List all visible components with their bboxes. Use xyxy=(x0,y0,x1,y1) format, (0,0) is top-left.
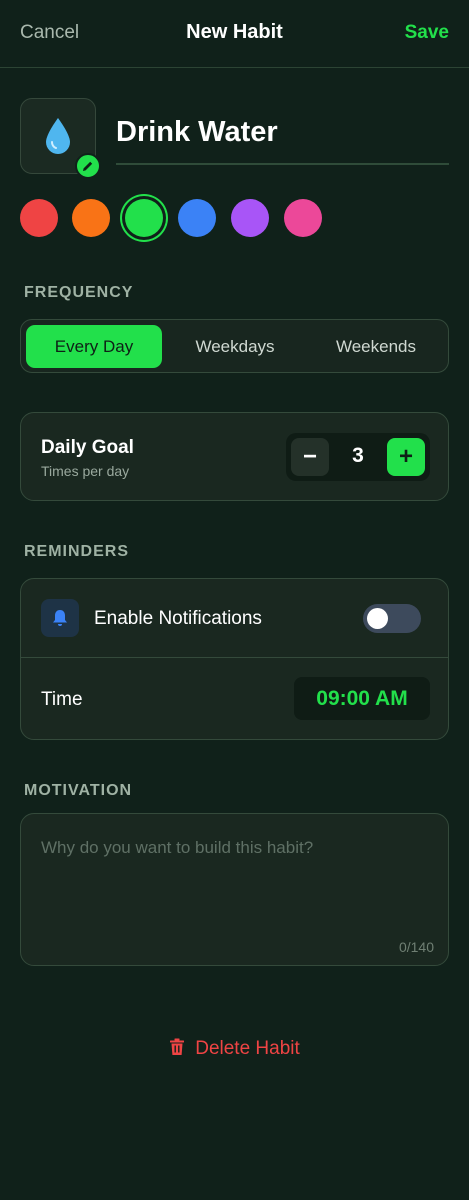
delete-habit-button[interactable]: Delete Habit xyxy=(0,1038,469,1060)
motivation-label: MOTIVATION xyxy=(24,782,133,799)
reminders-label: REMINDERS xyxy=(24,543,130,560)
bell-icon xyxy=(53,610,67,626)
frequency-option-every-day[interactable]: Every Day xyxy=(26,325,162,368)
name-underline xyxy=(116,163,449,165)
notification-bell-tile xyxy=(41,599,79,637)
save-button[interactable]: Save xyxy=(405,22,449,44)
water-drop-icon xyxy=(46,118,70,154)
motivation-placeholder: Why do you want to build this habit? xyxy=(41,838,314,857)
habit-name-input[interactable]: Drink Water xyxy=(116,116,278,149)
time-picker[interactable]: 09:00 AM xyxy=(294,677,430,720)
frequency-option-weekdays[interactable]: Weekdays xyxy=(167,325,303,368)
color-swatch-pink[interactable] xyxy=(284,199,322,237)
color-swatch-purple[interactable] xyxy=(231,199,269,237)
frequency-selector: Every Day Weekdays Weekends xyxy=(20,319,449,373)
pencil-icon xyxy=(83,161,93,171)
delete-habit-label: Delete Habit xyxy=(195,1038,300,1059)
daily-goal-card: Daily Goal Times per day − 3 + xyxy=(20,412,449,501)
time-label: Time xyxy=(41,689,83,710)
color-swatch-blue[interactable] xyxy=(178,199,216,237)
trash-icon xyxy=(170,1038,185,1055)
daily-goal-subtitle: Times per day xyxy=(41,463,130,479)
reminders-card: Enable Notifications Time 09:00 AM xyxy=(20,578,449,740)
page-title: New Habit xyxy=(186,21,283,43)
frequency-label: FREQUENCY xyxy=(24,284,134,301)
top-bar: Cancel New Habit Save xyxy=(0,0,469,68)
color-swatch-red[interactable] xyxy=(20,199,58,237)
notifications-label: Enable Notifications xyxy=(94,608,262,629)
daily-goal-title: Daily Goal xyxy=(41,437,134,458)
color-swatch-green[interactable] xyxy=(125,199,163,237)
goal-value: 3 xyxy=(352,444,364,467)
character-counter: 0/140 xyxy=(398,939,434,955)
frequency-option-weekends[interactable]: Weekends xyxy=(308,325,444,368)
goal-stepper: − 3 + xyxy=(286,433,430,481)
motivation-textarea[interactable]: Why do you want to build this habit? 0/1… xyxy=(20,813,449,966)
reminders-divider xyxy=(21,657,448,658)
notifications-toggle[interactable] xyxy=(363,604,421,633)
edit-icon-button[interactable] xyxy=(75,153,101,179)
color-swatch-orange[interactable] xyxy=(72,199,110,237)
toggle-knob xyxy=(367,608,388,629)
decrement-button[interactable]: − xyxy=(291,438,329,476)
increment-button[interactable]: + xyxy=(387,438,425,476)
